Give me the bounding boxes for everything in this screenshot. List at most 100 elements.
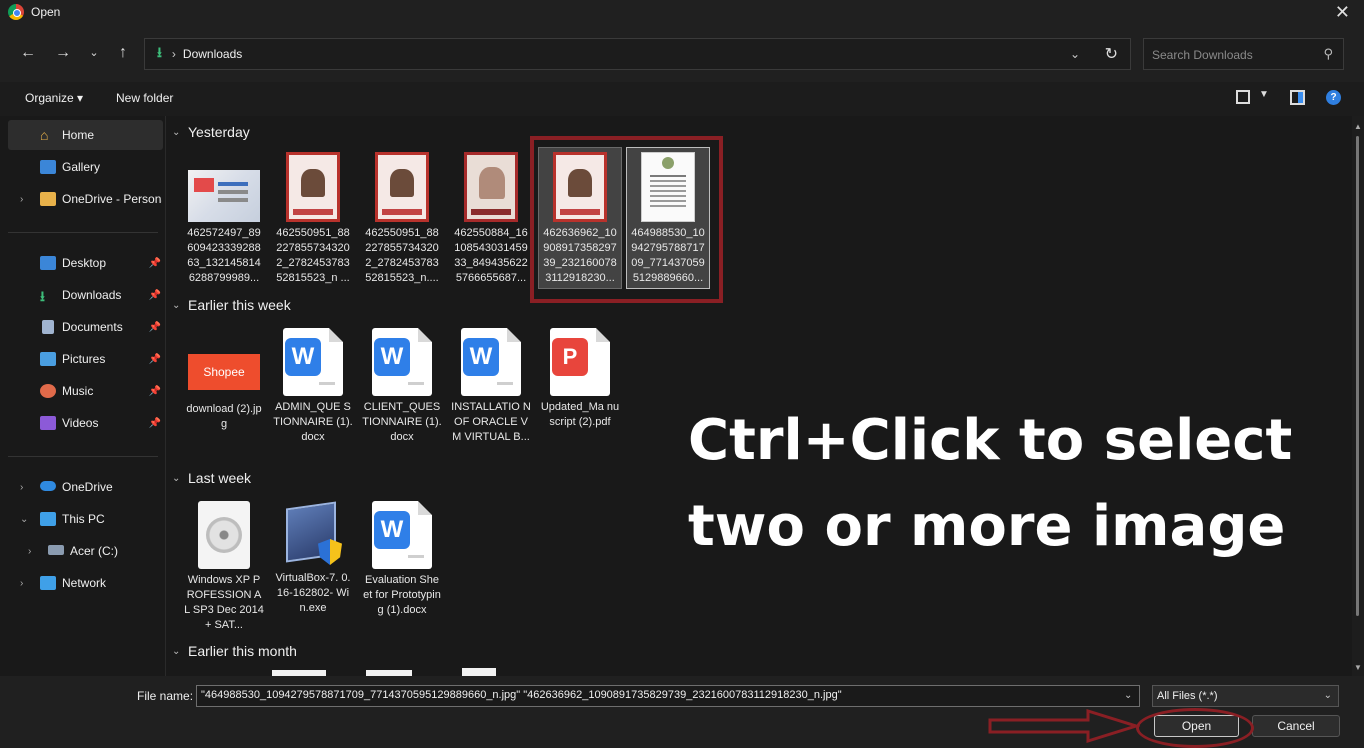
sidebar-item-gallery[interactable]: Gallery	[8, 152, 163, 182]
group-header-yesterday[interactable]: ⌄ Yesterday	[172, 124, 250, 140]
file-name-dropdown-chevron-icon[interactable]: ⌄	[1124, 690, 1132, 701]
expand-chevron-icon[interactable]: ›	[28, 546, 31, 557]
sidebar-item-documents[interactable]: Documents 📌	[8, 312, 163, 342]
annotation-arrow-icon	[988, 708, 1140, 744]
expand-chevron-icon[interactable]: ›	[20, 578, 23, 589]
collapse-chevron-icon[interactable]: ⌄	[172, 127, 186, 138]
scrollbar-thumb[interactable]	[1356, 136, 1359, 616]
expand-chevron-icon[interactable]: ›	[20, 194, 23, 205]
file-name: Evaluation Sheet for Prototyping (1).doc…	[363, 574, 441, 616]
sidebar-item-desktop[interactable]: Desktop 📌	[8, 248, 163, 278]
pin-icon[interactable]: 📌	[149, 322, 161, 333]
group-header-earlier-this-month[interactable]: ⌄ Earlier this month	[172, 643, 297, 659]
sidebar-divider	[8, 232, 158, 233]
recent-locations-chevron-icon[interactable]: ⌄	[83, 42, 105, 64]
collapse-chevron-icon[interactable]: ⌄	[172, 646, 186, 657]
sidebar-item-downloads[interactable]: ⭳ Downloads 📌	[8, 280, 163, 310]
file-item[interactable]: 462550951_88 227855734320 2_2782453783 5…	[271, 148, 355, 286]
up-arrow-icon[interactable]: ↑	[112, 42, 134, 64]
word-document-icon: W	[283, 328, 343, 396]
sidebar-item-onedrive-personal[interactable]: › OneDrive - Persona	[8, 184, 163, 214]
collapse-chevron-icon[interactable]: ⌄	[172, 473, 186, 484]
file-item[interactable]: 462572497_89 609423339288 63_132145814 6…	[182, 152, 266, 286]
image-thumbnail	[375, 152, 429, 222]
sidebar-item-acer-c[interactable]: › Acer (C:)	[8, 536, 163, 566]
breadcrumb-separator-icon[interactable]: ›	[172, 47, 176, 61]
group-label: Earlier this week	[188, 297, 291, 313]
address-history-chevron-icon[interactable]: ⌄	[1070, 47, 1080, 61]
file-item[interactable]: 462550884_16 108543031459 33_849435622 5…	[449, 148, 533, 286]
folder-icon	[40, 192, 56, 206]
close-icon[interactable]: ✕	[1335, 2, 1350, 23]
instruction-text-line1: Ctrl+Click to select	[688, 408, 1293, 473]
pin-icon[interactable]: 📌	[149, 290, 161, 301]
cancel-button[interactable]: Cancel	[1252, 715, 1340, 737]
pin-icon[interactable]: 📌	[149, 258, 161, 269]
pictures-icon	[40, 352, 56, 366]
word-document-icon: W	[372, 501, 432, 569]
scroll-up-arrow-icon[interactable]: ▲	[1354, 122, 1362, 131]
collapse-chevron-icon[interactable]: ⌄	[20, 514, 28, 525]
sidebar-item-label: Desktop	[62, 256, 107, 270]
refresh-icon[interactable]: ↻	[1105, 44, 1118, 64]
group-header-last-week[interactable]: ⌄ Last week	[172, 470, 251, 486]
file-name: download (2).jpg	[186, 403, 262, 430]
file-item[interactable]: VirtualBox-7. 0.16-162802- Win.exe	[271, 497, 355, 616]
open-button[interactable]: Open	[1154, 715, 1239, 737]
file-item[interactable]: W ADMIN_QUE STIONNAIRE (1).docx	[271, 324, 355, 445]
back-arrow-icon[interactable]: ←	[17, 42, 39, 64]
sidebar-item-label: Home	[62, 128, 95, 142]
file-item[interactable]: W INSTALLATIO N OF ORACLE VM VIRTUAL B..…	[449, 324, 533, 445]
file-item[interactable]: W Evaluation Sheet for Prototyping (1).d…	[360, 497, 444, 618]
file-item-selected[interactable]: 464988530_10 942795788717 09_771437059 5…	[626, 147, 710, 289]
group-label: Earlier this month	[188, 643, 297, 659]
sidebar-item-network[interactable]: › Network	[8, 568, 163, 598]
search-input[interactable]: Search Downloads ⚲	[1143, 38, 1344, 70]
address-bar[interactable]: ⭳ › Downloads ⌄ ↻	[144, 38, 1131, 70]
pin-icon[interactable]: 📌	[149, 386, 161, 397]
instruction-text-line2: two or more image	[688, 494, 1286, 559]
file-item[interactable]: W CLIENT_QUES TIONNAIRE (1).docx	[360, 324, 444, 445]
sidebar-item-home[interactable]: ⌂ Home	[8, 120, 163, 150]
pin-icon[interactable]: 📌	[149, 418, 161, 429]
navigation-pane: ⌂ Home Gallery › OneDrive - Persona Desk…	[0, 116, 166, 676]
scroll-down-arrow-icon[interactable]: ▼	[1354, 663, 1362, 672]
file-name: 462550951_88 227855734320 2_2782453783 5…	[276, 227, 350, 284]
change-view-icon[interactable]	[1236, 90, 1250, 104]
organize-button[interactable]: Organize ▾	[25, 91, 83, 105]
sidebar-item-pictures[interactable]: Pictures 📌	[8, 344, 163, 374]
sidebar-item-music[interactable]: Music 📌	[8, 376, 163, 406]
group-header-earlier-this-week[interactable]: ⌄ Earlier this week	[172, 297, 291, 313]
image-thumbnail	[641, 152, 695, 222]
partial-thumbnail	[462, 668, 496, 676]
vertical-scrollbar[interactable]: ▲ ▼	[1352, 116, 1364, 676]
file-item[interactable]: Windows XP PROFESSION AL SP3 Dec 2014 + …	[182, 497, 266, 633]
file-item[interactable]: 462550951_88 227855734320 2_2782453783 5…	[360, 148, 444, 286]
preview-pane-icon[interactable]	[1290, 90, 1305, 105]
word-badge: W	[374, 511, 410, 549]
file-name: CLIENT_QUES TIONNAIRE (1).docx	[362, 401, 442, 443]
music-icon	[40, 384, 56, 398]
sidebar-item-videos[interactable]: Videos 📌	[8, 408, 163, 438]
file-item-selected[interactable]: 462636962_10 908917358297 39_232160078 3…	[538, 147, 622, 289]
help-icon[interactable]: ?	[1326, 90, 1341, 105]
virtualbox-icon	[280, 501, 346, 567]
file-item[interactable]: P Updated_Ma nuscript (2).pdf	[538, 324, 622, 430]
file-type-select[interactable]: All Files (*.*) ⌄	[1152, 685, 1339, 707]
pin-icon[interactable]: 📌	[149, 354, 161, 365]
new-folder-button[interactable]: New folder	[116, 91, 173, 105]
file-name-input[interactable]: "464988530_1094279578871709_771437059512…	[196, 685, 1140, 707]
pdf-document-icon: P	[550, 328, 610, 396]
forward-arrow-icon[interactable]: →	[52, 42, 74, 64]
collapse-chevron-icon[interactable]: ⌄	[172, 300, 186, 311]
expand-chevron-icon[interactable]: ›	[20, 482, 23, 493]
view-options-chevron-icon[interactable]: ▼	[1259, 89, 1269, 100]
word-badge: W	[285, 338, 321, 376]
disc-image-icon	[198, 501, 250, 569]
sidebar-item-this-pc[interactable]: ⌄ This PC	[8, 504, 163, 534]
sidebar-item-label: OneDrive - Persona	[62, 192, 162, 206]
dialog-footer: File name: "464988530_1094279578871709_7…	[0, 676, 1364, 748]
file-item[interactable]: Shopee download (2).jpg	[182, 324, 266, 432]
breadcrumb-downloads[interactable]: Downloads	[183, 47, 242, 61]
sidebar-item-onedrive[interactable]: › OneDrive	[8, 472, 163, 502]
